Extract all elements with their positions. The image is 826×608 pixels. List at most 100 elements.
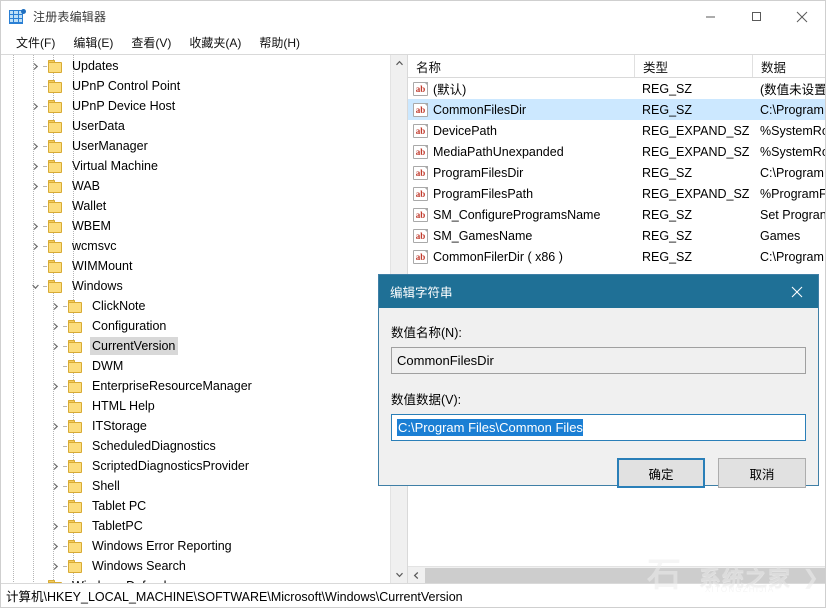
table-row[interactable]: ab(默认)REG_SZ(数值未设置) — [408, 78, 825, 99]
tree-node-windows[interactable]: Windows — [1, 276, 390, 296]
menu-help[interactable]: 帮助(H) — [250, 32, 309, 53]
minimize-button[interactable] — [687, 1, 733, 32]
table-row[interactable]: abMediaPathUnexpandedREG_EXPAND_SZ%Syste… — [408, 141, 825, 162]
tree-node-scheduleddiagnostics[interactable]: ScheduledDiagnostics — [1, 436, 390, 456]
tree-node-usermanager[interactable]: UserManager — [1, 136, 390, 156]
chevron-right-icon[interactable] — [47, 458, 63, 474]
chevron-right-icon[interactable] — [27, 98, 43, 114]
chevron-right-icon[interactable] — [27, 58, 43, 74]
chevron-right-icon[interactable] — [47, 518, 63, 534]
tree-connector — [43, 66, 47, 67]
table-row[interactable]: abCommonFilerDir ( x86 )REG_SZC:\Program — [408, 246, 825, 267]
tree-node-windows-error-reporting[interactable]: Windows Error Reporting — [1, 536, 390, 556]
chevron-right-icon[interactable] — [47, 318, 63, 334]
value-type-cell: REG_EXPAND_SZ — [634, 124, 752, 138]
chevron-right-icon[interactable] — [27, 138, 43, 154]
value-type-cell: REG_SZ — [634, 250, 752, 264]
chevron-right-icon[interactable] — [47, 478, 63, 494]
tree-node-label: Windows Error Reporting — [90, 537, 235, 555]
tree-node-shell[interactable]: Shell — [1, 476, 390, 496]
tree-node-wimmount[interactable]: WIMMount — [1, 256, 390, 276]
tree-node-label: Wallet — [70, 197, 109, 215]
hscroll-thumb[interactable] — [425, 568, 825, 583]
tree-node-configuration[interactable]: Configuration — [1, 316, 390, 336]
tree-connector — [43, 266, 47, 267]
tree-indent-spacer — [1, 386, 47, 387]
cancel-button[interactable]: 取消 — [718, 458, 806, 488]
tree-node-wallet[interactable]: Wallet — [1, 196, 390, 216]
tree-node-tablet-pc[interactable]: Tablet PC — [1, 496, 390, 516]
dialog-close-icon[interactable] — [776, 275, 818, 308]
chevron-down-icon[interactable] — [27, 278, 43, 294]
table-row[interactable]: abCommonFilesDirREG_SZC:\Program — [408, 99, 825, 120]
tree-node-userdata[interactable]: UserData — [1, 116, 390, 136]
folder-icon — [68, 359, 85, 374]
folder-icon — [68, 319, 85, 334]
chevron-right-icon[interactable] — [47, 378, 63, 394]
tree-node-wcmsvc[interactable]: wcmsvc — [1, 236, 390, 256]
menu-file[interactable]: 文件(F) — [7, 32, 64, 53]
value-data-input[interactable]: C:\Program Files\Common Files — [391, 414, 806, 441]
tree-node-html-help[interactable]: HTML Help — [1, 396, 390, 416]
tree-node-upnp-device-host[interactable]: UPnP Device Host — [1, 96, 390, 116]
table-row[interactable]: abDevicePathREG_EXPAND_SZ%SystemRo — [408, 120, 825, 141]
menu-edit[interactable]: 编辑(E) — [64, 32, 122, 53]
chevron-right-icon[interactable] — [27, 178, 43, 194]
table-row[interactable]: abSM_ConfigureProgramsNameREG_SZSet Prog… — [408, 204, 825, 225]
menu-view[interactable]: 查看(V) — [122, 32, 180, 53]
tree-node-enterpriseresourcemanager[interactable]: EnterpriseResourceManager — [1, 376, 390, 396]
value-name-cell: abMediaPathUnexpanded — [408, 145, 634, 159]
ok-button[interactable]: 确定 — [617, 458, 705, 488]
table-row[interactable]: abProgramFilesPathREG_EXPAND_SZ%ProgramF — [408, 183, 825, 204]
tree-node-tabletpc[interactable]: TabletPC — [1, 516, 390, 536]
tree-node-clicknote[interactable]: ClickNote — [1, 296, 390, 316]
tree-node-label: ScriptedDiagnosticsProvider — [90, 457, 252, 475]
column-header-name[interactable]: 名称 — [408, 55, 634, 77]
scroll-left-icon[interactable] — [408, 567, 425, 584]
tree-node-windows-defender[interactable]: Windows Defender — [1, 576, 390, 583]
chevron-right-icon[interactable] — [47, 418, 63, 434]
tree-indent-spacer — [1, 126, 27, 127]
value-name-input[interactable]: CommonFilesDir — [391, 347, 806, 374]
menu-favorites[interactable]: 收藏夹(A) — [180, 32, 250, 53]
chevron-right-icon[interactable] — [47, 298, 63, 314]
chevron-right-icon[interactable] — [27, 578, 43, 583]
registry-path-text: 计算机\HKEY_LOCAL_MACHINE\SOFTWARE\Microsof… — [6, 586, 463, 605]
value-data-cell: C:\Program — [752, 103, 825, 117]
dialog-body: 数值名称(N): CommonFilesDir 数值数据(V): C:\Prog… — [379, 308, 818, 456]
column-header-data[interactable]: 数据 — [752, 55, 825, 77]
chevron-right-icon[interactable] — [27, 218, 43, 234]
tree-node-label: ITStorage — [90, 417, 150, 435]
value-type-cell: REG_SZ — [634, 166, 752, 180]
tree-node-label: HTML Help — [90, 397, 158, 415]
tree-node-itstorage[interactable]: ITStorage — [1, 416, 390, 436]
table-row[interactable]: abProgramFilesDirREG_SZC:\Program — [408, 162, 825, 183]
tree-node-upnp-control-point[interactable]: UPnP Control Point — [1, 76, 390, 96]
list-horizontal-scrollbar[interactable] — [408, 566, 825, 583]
tree-node-dwm[interactable]: DWM — [1, 356, 390, 376]
chevron-right-icon[interactable] — [27, 238, 43, 254]
column-header-type[interactable]: 类型 — [634, 55, 752, 77]
tree-scroll-port[interactable]: UpdatesUPnP Control PointUPnP Device Hos… — [1, 55, 390, 583]
chevron-right-icon[interactable] — [47, 538, 63, 554]
scroll-down-icon[interactable] — [391, 566, 408, 583]
table-row[interactable]: abSM_GamesNameREG_SZGames — [408, 225, 825, 246]
close-button[interactable] — [779, 1, 825, 32]
tree-indent-spacer — [1, 86, 27, 87]
value-data-cell: %ProgramF — [752, 187, 825, 201]
tree-node-scripteddiagnosticsprovider[interactable]: ScriptedDiagnosticsProvider — [1, 456, 390, 476]
tree-connector — [43, 286, 47, 287]
scroll-up-icon[interactable] — [391, 55, 408, 72]
tree-indent-spacer — [1, 66, 27, 67]
maximize-button[interactable] — [733, 1, 779, 32]
tree-node-wbem[interactable]: WBEM — [1, 216, 390, 236]
tree-node-virtual-machine[interactable]: Virtual Machine — [1, 156, 390, 176]
tree-connector — [43, 86, 47, 87]
tree-node-currentversion[interactable]: CurrentVersion — [1, 336, 390, 356]
tree-node-windows-search[interactable]: Windows Search — [1, 556, 390, 576]
chevron-right-icon[interactable] — [47, 558, 63, 574]
chevron-right-icon[interactable] — [47, 338, 63, 354]
tree-node-wab[interactable]: WAB — [1, 176, 390, 196]
chevron-right-icon[interactable] — [27, 158, 43, 174]
tree-node-updates[interactable]: Updates — [1, 56, 390, 76]
